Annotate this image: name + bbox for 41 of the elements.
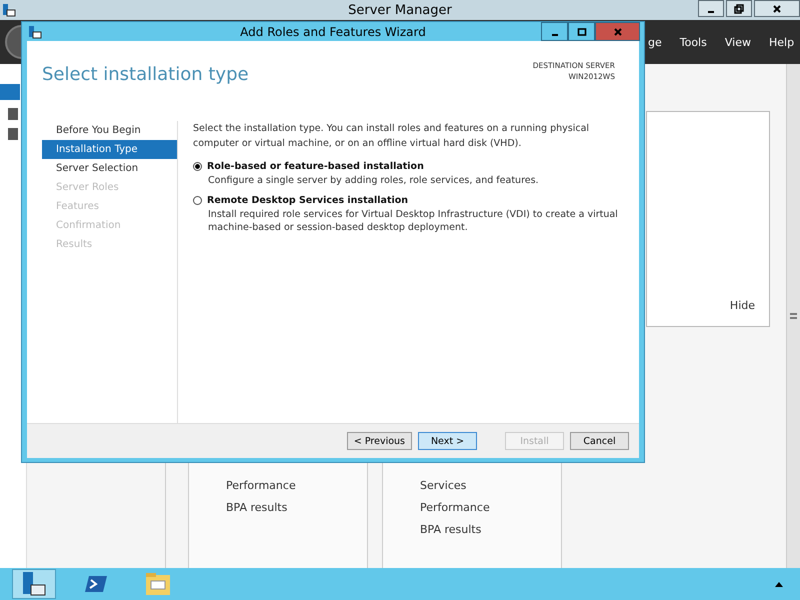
- scroll-thumb[interactable]: [790, 313, 797, 319]
- minimize-icon: [708, 10, 714, 12]
- wizard-step[interactable]: Before You Begin: [42, 121, 177, 140]
- wizard-button[interactable]: Next >: [418, 432, 477, 450]
- option-label[interactable]: Role-based or feature-based installation: [207, 161, 424, 172]
- minimize-button[interactable]: [541, 22, 568, 41]
- minimize-button[interactable]: [698, 0, 724, 17]
- menu-item[interactable]: ge: [648, 36, 662, 48]
- restore-icon: [734, 4, 744, 14]
- option-description: Configure a single server by adding roles, role services, and features.: [208, 174, 540, 187]
- option-description: Install required role services for Virtual Desktop Infrastructure (VDI) to create a virtual machine-based or session-based desktop deployment.: [208, 208, 619, 234]
- option-label[interactable]: Remote Desktop Services installation: [207, 195, 408, 206]
- wizard-button[interactable]: < Previous: [346, 432, 412, 450]
- back-icon[interactable]: [4, 24, 21, 60]
- maximize-button[interactable]: [568, 22, 595, 41]
- maximize-icon: [576, 26, 586, 36]
- wizard-step[interactable]: Server Selection: [42, 159, 177, 178]
- menu-item[interactable]: Help: [768, 36, 794, 48]
- restore-button[interactable]: [726, 0, 752, 17]
- wizard-button[interactable]: Cancel: [570, 432, 629, 450]
- close-icon: [612, 26, 622, 36]
- close-button[interactable]: [754, 0, 800, 17]
- window-title: Add Roles and Features Wizard: [239, 24, 427, 38]
- window-title: Server Manager: [347, 2, 453, 18]
- close-icon: [772, 4, 782, 14]
- tile-link[interactable]: Services: [420, 478, 561, 494]
- menu-item[interactable]: View: [724, 36, 751, 48]
- radio-button[interactable]: [193, 162, 202, 171]
- scrollbar[interactable]: [786, 64, 800, 568]
- tile-link[interactable]: Performance: [226, 478, 367, 494]
- page-heading: Select installation type: [42, 64, 249, 87]
- wizard-step[interactable]: Installation Type: [42, 140, 177, 159]
- menu-item[interactable]: Tools: [680, 36, 707, 48]
- hide-link[interactable]: Hide: [730, 299, 755, 312]
- caret-icon[interactable]: [774, 580, 784, 588]
- tile-link[interactable]: BPA results: [420, 522, 561, 538]
- intro-text: Select the installation type. You can install roles and features on a running physical computer or virtual machine, or on an offline virtual hard disk (VHD).: [193, 122, 590, 151]
- minimize-icon: [552, 34, 558, 36]
- tile-link[interactable]: Performance: [420, 500, 561, 516]
- tile-link[interactable]: BPA results: [226, 500, 367, 516]
- radio-button[interactable]: [193, 196, 202, 205]
